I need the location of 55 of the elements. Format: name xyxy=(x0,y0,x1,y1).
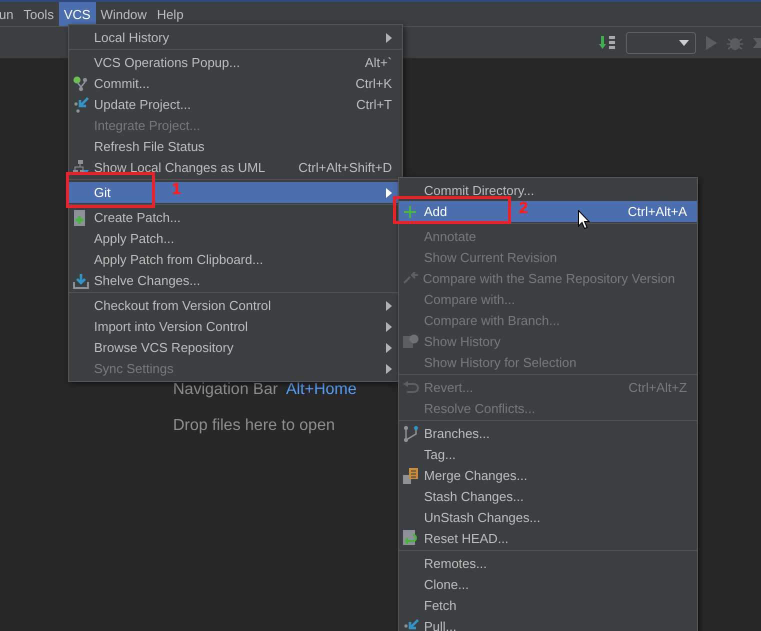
menu-bar-item[interactable]: un xyxy=(0,2,18,26)
run-icon[interactable] xyxy=(705,36,717,50)
merge-icon xyxy=(403,468,419,484)
menu-bar-item[interactable]: Tools xyxy=(18,2,59,26)
menu-item[interactable]: VCS Operations Popup... Alt+` xyxy=(69,52,402,73)
submenu-arrow-icon xyxy=(386,342,392,352)
submenu-arrow-icon xyxy=(386,188,392,198)
undo-icon xyxy=(403,380,419,394)
submenu-arrow-icon xyxy=(386,300,392,310)
branch-icon xyxy=(403,426,419,442)
editor-hint: Drop files here to open xyxy=(173,417,335,435)
update-arrow-icon xyxy=(73,96,89,112)
menu-item[interactable]: Tag... xyxy=(399,444,697,465)
menu-item[interactable]: Pull... xyxy=(399,616,697,631)
history-icon xyxy=(403,334,419,350)
shortcut-hint: Alt+Home xyxy=(286,381,357,399)
submenu-arrow-icon xyxy=(386,32,392,42)
menu-item[interactable]: Reset HEAD... xyxy=(399,528,697,549)
menu-item[interactable]: Browse VCS Repository xyxy=(69,337,402,358)
menu-bar-item[interactable]: VCS xyxy=(58,2,96,26)
annotation-number: 2 xyxy=(519,200,528,218)
menu-item[interactable]: Import into Version Control xyxy=(69,316,402,337)
menu-item[interactable]: UnStash Changes... xyxy=(399,507,697,528)
commit-icon xyxy=(73,76,89,92)
menu-item[interactable]: Local History xyxy=(69,27,402,48)
annotation-number: 1 xyxy=(172,181,181,199)
menu-item[interactable]: Commit... Ctrl+K xyxy=(69,73,402,94)
menu-item[interactable]: Checkout from Version Control xyxy=(69,295,402,316)
menu-item[interactable]: Refresh File Status xyxy=(69,136,402,157)
menu-item[interactable]: Clone... xyxy=(399,574,697,595)
menu-item[interactable]: Merge Changes... xyxy=(399,465,697,486)
submenu-arrow-icon xyxy=(386,322,392,332)
caret-icon xyxy=(679,40,689,46)
menu-item[interactable]: Apply Patch... xyxy=(69,228,402,249)
menu-item[interactable]: Fetch xyxy=(399,595,697,616)
submenu-arrow-icon xyxy=(386,364,392,374)
plus-icon xyxy=(403,204,417,218)
menu-item[interactable]: Commit Directory... xyxy=(399,180,697,201)
run-config-dropdown[interactable] xyxy=(626,32,696,54)
mouse-cursor-icon xyxy=(578,210,590,230)
update-icon[interactable] xyxy=(599,34,617,50)
compare-icon xyxy=(403,272,419,286)
shelve-icon xyxy=(73,272,89,288)
menu-item[interactable]: Branches... xyxy=(399,423,697,444)
menu-item[interactable]: Apply Patch from Clipboard... xyxy=(69,249,402,270)
document-plus-icon xyxy=(73,210,87,226)
menu-bar-item[interactable]: Window xyxy=(96,2,152,26)
menu-item[interactable]: Update Project... Ctrl+T xyxy=(69,94,402,115)
menu-item[interactable]: Stash Changes... xyxy=(399,486,697,507)
menu-item[interactable]: Shelve Changes... xyxy=(69,270,402,291)
menu-item[interactable]: Show Local Changes as UML Ctrl+Alt+Shift+D xyxy=(69,157,402,178)
menu-bar-item[interactable]: Help xyxy=(152,2,189,26)
editor-hint: Navigation Bar xyxy=(173,381,278,399)
menu-item[interactable]: Remotes... xyxy=(399,553,697,574)
pull-arrow-icon xyxy=(403,618,419,631)
